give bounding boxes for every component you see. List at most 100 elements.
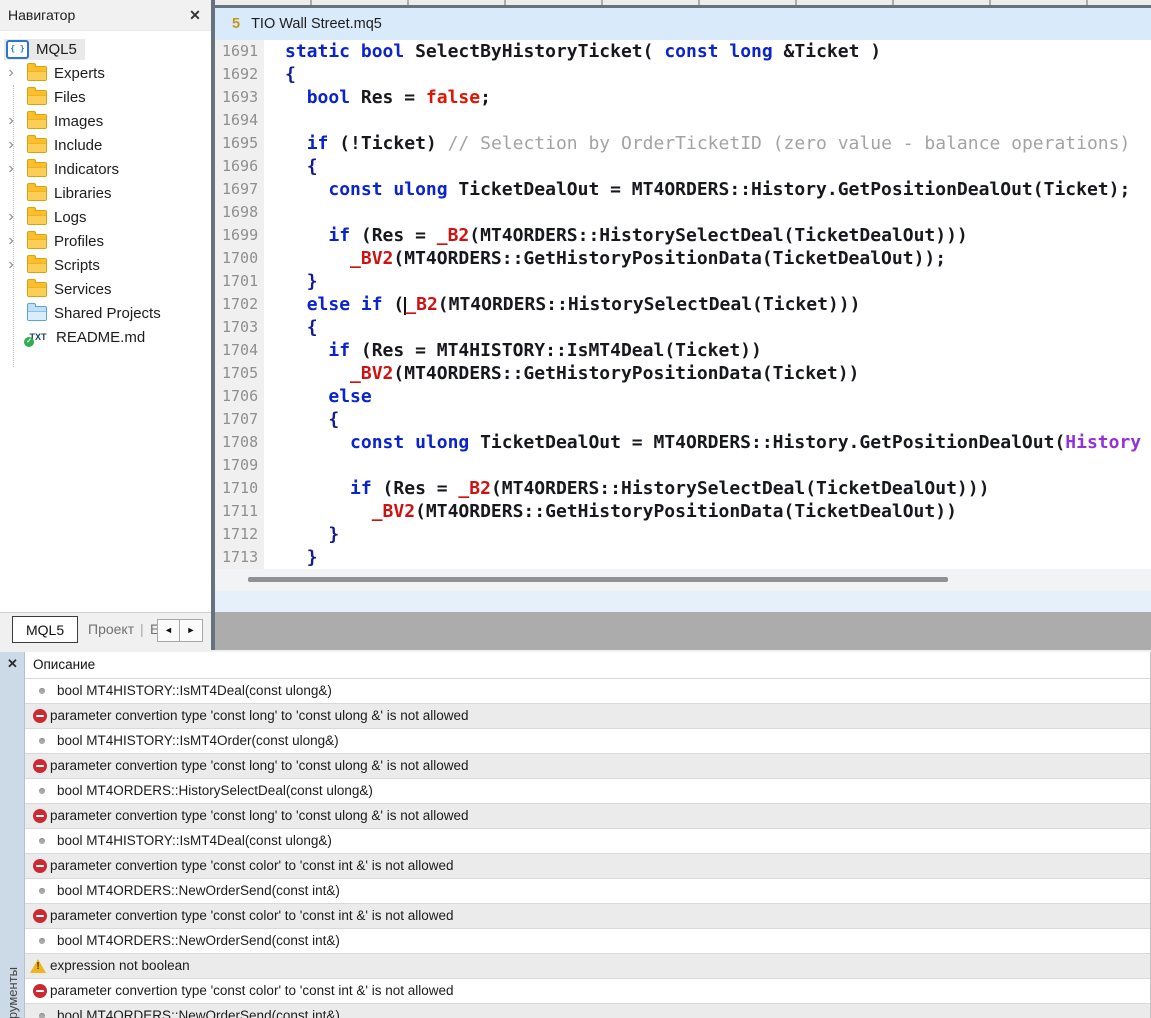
tree-item-files[interactable]: Files	[0, 85, 211, 109]
code-line-text: }	[264, 270, 1151, 293]
code-line[interactable]: 1695 if (!Ticket) // Selection by OrderT…	[215, 132, 1151, 155]
line-number[interactable]: 1711	[215, 500, 264, 523]
code-line[interactable]: 1692{	[215, 63, 1151, 86]
code-line[interactable]: 1712 }	[215, 523, 1151, 546]
scrollbar-thumb[interactable]	[248, 577, 948, 582]
code-line[interactable]: 1705 _BV2(MT4ORDERS::GetHistoryPositionD…	[215, 362, 1151, 385]
code-line[interactable]: 1691static bool SelectByHistoryTicket( c…	[215, 40, 1151, 63]
code-line[interactable]: 1707 {	[215, 408, 1151, 431]
panel-divider[interactable]	[211, 0, 215, 650]
line-number[interactable]: 1706	[215, 385, 264, 408]
line-number[interactable]: 1713	[215, 546, 264, 569]
code-line[interactable]: 1699 if (Res = _B2(MT4ORDERS::HistorySel…	[215, 224, 1151, 247]
code-line[interactable]: 1706 else	[215, 385, 1151, 408]
code-line[interactable]: 1693 bool Res = false;	[215, 86, 1151, 109]
toolbox-row-note[interactable]: bool MT4HISTORY::IsMT4Order(const ulong&…	[25, 728, 1150, 753]
chevron-right-icon[interactable]	[4, 162, 18, 176]
code-line[interactable]: 1696 {	[215, 155, 1151, 178]
tree-item-services[interactable]: Services	[0, 277, 211, 301]
line-number[interactable]: 1708	[215, 431, 264, 454]
line-number[interactable]: 1694	[215, 109, 264, 132]
toolbox-row-error[interactable]: parameter convertion type 'const color' …	[25, 853, 1150, 878]
tab-scroll-left-button[interactable]	[157, 619, 180, 642]
line-number[interactable]: 1702	[215, 293, 264, 316]
code-line[interactable]: 1713 }	[215, 546, 1151, 569]
line-number[interactable]: 1698	[215, 201, 264, 224]
tree-item-logs[interactable]: Logs	[0, 205, 211, 229]
tree-item-profiles[interactable]: Profiles	[0, 229, 211, 253]
line-number[interactable]: 1692	[215, 63, 264, 86]
code-editor[interactable]: 1691static bool SelectByHistoryTicket( c…	[215, 40, 1151, 569]
code-line[interactable]: 1708 const ulong TicketDealOut = MT4ORDE…	[215, 431, 1151, 454]
line-number[interactable]: 1695	[215, 132, 264, 155]
line-number[interactable]: 1709	[215, 454, 264, 477]
tree-item-experts[interactable]: Experts	[0, 61, 211, 85]
tree-item-libraries[interactable]: Libraries	[0, 181, 211, 205]
tab-mql5[interactable]: MQL5	[12, 616, 78, 643]
toolbox-row-note[interactable]: bool MT4ORDERS::NewOrderSend(const int&)	[25, 1003, 1150, 1018]
code-line[interactable]: 1704 if (Res = MT4HISTORY::IsMT4Deal(Tic…	[215, 339, 1151, 362]
toolbox-row-error[interactable]: parameter convertion type 'const long' t…	[25, 753, 1150, 778]
code-line[interactable]: 1701 }	[215, 270, 1151, 293]
tree-item-readme-md[interactable]: README.md	[0, 325, 211, 349]
line-number[interactable]: 1700	[215, 247, 264, 270]
navigator-close-icon[interactable]	[185, 0, 205, 30]
line-number[interactable]: 1696	[215, 155, 264, 178]
note-bullet-icon	[39, 838, 45, 844]
line-number[interactable]: 1691	[215, 40, 264, 63]
tree-item-scripts[interactable]: Scripts	[0, 253, 211, 277]
tab-project[interactable]: Проект	[78, 616, 144, 643]
line-number[interactable]: 1707	[215, 408, 264, 431]
toolbox-close-icon[interactable]	[0, 656, 25, 676]
tree-item-label: Experts	[54, 65, 105, 82]
code-line[interactable]: 1702 else if (_B2(MT4ORDERS::HistorySele…	[215, 293, 1151, 316]
toolbox-row-error[interactable]: parameter convertion type 'const long' t…	[25, 803, 1150, 828]
folder-icon	[27, 114, 47, 129]
code-line[interactable]: 1700 _BV2(MT4ORDERS::GetHistoryPositionD…	[215, 247, 1151, 270]
line-number[interactable]: 1703	[215, 316, 264, 339]
code-line[interactable]: 1709	[215, 454, 1151, 477]
code-line[interactable]: 1698	[215, 201, 1151, 224]
horizontal-scrollbar[interactable]	[215, 569, 1151, 591]
line-number[interactable]: 1705	[215, 362, 264, 385]
code-line[interactable]: 1697 const ulong TicketDealOut = MT4ORDE…	[215, 178, 1151, 201]
toolbox-row-note[interactable]: bool MT4HISTORY::IsMT4Deal(const ulong&)	[25, 678, 1150, 703]
tree-item-include[interactable]: Include	[0, 133, 211, 157]
toolbox-row-warning[interactable]: expression not boolean	[25, 953, 1150, 978]
chevron-right-icon[interactable]	[4, 258, 18, 272]
toolbox-row-error[interactable]: parameter convertion type 'const color' …	[25, 978, 1150, 1003]
code-line[interactable]: 1694	[215, 109, 1151, 132]
code-line-text: _BV2(MT4ORDERS::GetHistoryPositionData(T…	[264, 500, 1151, 523]
toolbox-row-error[interactable]: parameter convertion type 'const color' …	[25, 903, 1150, 928]
tree-item-shared-projects[interactable]: Shared Projects	[0, 301, 211, 325]
folder-icon	[27, 162, 47, 177]
tree-item-label: Scripts	[54, 257, 100, 274]
tab-separator: |	[140, 616, 144, 643]
tree-item-indicators[interactable]: Indicators	[0, 157, 211, 181]
toolbox-row-note[interactable]: bool MT4HISTORY::IsMT4Deal(const ulong&)	[25, 828, 1150, 853]
line-number[interactable]: 1693	[215, 86, 264, 109]
toolbox-row-note[interactable]: bool MT4ORDERS::NewOrderSend(const int&)	[25, 878, 1150, 903]
chevron-right-icon[interactable]	[4, 234, 18, 248]
tree-item-label: Services	[54, 281, 112, 298]
code-line[interactable]: 1703 {	[215, 316, 1151, 339]
chevron-right-icon[interactable]	[4, 210, 18, 224]
tree-item-images[interactable]: Images	[0, 109, 211, 133]
tree-item-mql5[interactable]: MQL5	[0, 37, 211, 61]
toolbox-row-error[interactable]: parameter convertion type 'const long' t…	[25, 703, 1150, 728]
line-number[interactable]: 1697	[215, 178, 264, 201]
line-number[interactable]: 1704	[215, 339, 264, 362]
line-number[interactable]: 1710	[215, 477, 264, 500]
chevron-right-icon[interactable]	[4, 114, 18, 128]
toolbox-row-note[interactable]: bool MT4ORDERS::HistorySelectDeal(const …	[25, 778, 1150, 803]
toolbox-row-note[interactable]: bool MT4ORDERS::NewOrderSend(const int&)	[25, 928, 1150, 953]
tab-scroll-right-button[interactable]	[180, 619, 203, 642]
code-line[interactable]: 1710 if (Res = _B2(MT4ORDERS::HistorySel…	[215, 477, 1151, 500]
chevron-right-icon[interactable]	[4, 138, 18, 152]
line-number[interactable]: 1712	[215, 523, 264, 546]
chevron-right-icon[interactable]	[4, 66, 18, 80]
line-number[interactable]: 1701	[215, 270, 264, 293]
code-line[interactable]: 1711 _BV2(MT4ORDERS::GetHistoryPositionD…	[215, 500, 1151, 523]
editor-tab[interactable]: 5TIO Wall Street.mq5	[215, 8, 1151, 40]
line-number[interactable]: 1699	[215, 224, 264, 247]
